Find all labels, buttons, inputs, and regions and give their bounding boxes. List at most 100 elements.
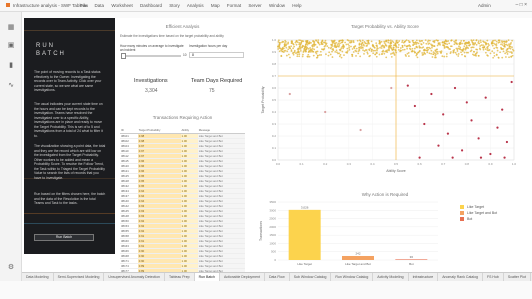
scatter-point [415, 52, 418, 55]
scatter-point [358, 43, 361, 46]
scatter-point [277, 39, 280, 42]
scatter-point [341, 50, 344, 53]
scatter-point [509, 51, 511, 53]
scatter-point [436, 50, 439, 53]
sheet-tab[interactable]: Sub Window Catalog [290, 273, 332, 281]
scatter-point [470, 119, 473, 122]
run-batch-button[interactable]: Run Batch [34, 234, 94, 241]
scatter-point [387, 41, 390, 44]
menu-story[interactable]: Story [169, 3, 180, 8]
minutes-slider[interactable] [121, 53, 181, 59]
scatter-point [337, 52, 339, 55]
scatter-point [413, 43, 416, 46]
scatter-point [494, 39, 496, 42]
menu-analysis[interactable]: Analysis [187, 3, 204, 8]
scatter-point [376, 48, 378, 50]
menu-help[interactable]: Help [292, 3, 301, 8]
sheet-tab[interactable]: Tableau Prep [165, 273, 195, 281]
slider-handle[interactable] [121, 53, 126, 59]
chart-icon[interactable]: ▮ [7, 62, 15, 70]
scatter-point [511, 39, 513, 42]
scatter-panel: Target Probability vs. Ability Score 0.0… [250, 18, 520, 190]
scatter-chart[interactable]: 0.00.10.20.30.40.50.60.70.80.91.00.0 0.1 0… [250, 18, 520, 190]
sheet-tab[interactable]: Scatter Plot [504, 273, 531, 281]
scatter-point [503, 42, 506, 45]
scatter-point [491, 50, 494, 53]
menu-map[interactable]: Map [211, 3, 220, 8]
scatter-point [352, 51, 355, 53]
scatter-point [365, 49, 368, 51]
legend-swatch [460, 205, 464, 210]
road-light [24, 213, 115, 214]
status-bar [0, 281, 532, 299]
menu-window[interactable]: Window [269, 3, 285, 8]
scatter-point [464, 47, 467, 50]
minimize-icon[interactable]: – [515, 2, 518, 8]
team-days-label: Team Days Required [191, 78, 243, 84]
scatter-point [351, 53, 354, 56]
sheet-tab[interactable]: Anomaly Rank Catalog [438, 273, 483, 281]
scatter-point [389, 39, 392, 42]
analytics-icon[interactable]: ∿ [7, 82, 15, 90]
scatter-point [501, 56, 504, 59]
window-controls[interactable]: – □ × [515, 2, 527, 8]
sheet-tab[interactable]: Activity Modeling [373, 273, 409, 281]
menu-data[interactable]: Data [95, 3, 105, 8]
scatter-point [366, 44, 368, 47]
scatter-point [487, 45, 489, 48]
legend-item[interactable]: Bot [460, 217, 497, 223]
sheet-tab[interactable]: Semi-Supervised Modeling [54, 273, 105, 281]
panel-title: Efficient Analysis [165, 24, 200, 29]
menu-format[interactable]: Format [227, 3, 241, 8]
menu-server[interactable]: Server [248, 3, 261, 8]
sheet-tab[interactable]: Run Batch [194, 273, 220, 281]
menu-worksheet[interactable]: Worksheet [111, 3, 132, 8]
scatter-point [312, 39, 314, 42]
scatter-point [464, 43, 466, 46]
scatter-point [363, 44, 365, 47]
scatter-point [411, 47, 414, 50]
scatter-point [489, 152, 492, 156]
scatter-point [316, 54, 319, 57]
menu-file[interactable]: File [80, 3, 87, 8]
sheet-tab[interactable]: Data Modeling [22, 273, 54, 281]
sheet-tab[interactable]: FS Hub [483, 273, 504, 281]
scatter-point [495, 43, 498, 45]
scatter-point [482, 44, 484, 47]
settings-icon[interactable]: ⚙ [7, 264, 15, 272]
scatter-point [428, 42, 431, 45]
scatter-point [292, 47, 295, 50]
y-tick-label: 500 [271, 250, 276, 254]
data-icon[interactable]: ▦ [7, 24, 15, 32]
scatter-point [392, 51, 395, 54]
scatter-point [290, 45, 293, 48]
y-tick-label: 0.2 [272, 134, 277, 138]
sheet-tab[interactable]: Actionable Deployment [220, 273, 265, 281]
scatter-point [320, 41, 323, 44]
close-icon[interactable]: × [524, 2, 527, 8]
bar-chart[interactable]: 0 500 1000 1500 2000 2500 3000 3500 3,026 Like Ta… [250, 190, 520, 272]
scatter-point [327, 46, 330, 49]
scatter-point [426, 49, 429, 52]
scatter-point [433, 41, 436, 44]
sheet-tab[interactable]: Unsupervised Anomaly Detection [104, 273, 165, 281]
story-panel: RUN BATCH The point of moving records to… [24, 18, 115, 254]
maximize-icon[interactable]: □ [520, 2, 523, 8]
scatter-point [330, 43, 333, 46]
scatter-point [342, 46, 345, 49]
menu-dashboard[interactable]: Dashboard [140, 3, 162, 8]
scatter-point [362, 47, 364, 49]
sheet-icon[interactable]: ▣ [7, 42, 15, 50]
scatter-point [310, 41, 312, 44]
user-menu[interactable]: Admin [478, 3, 491, 8]
sheet-tab[interactable]: Run Window Catalog [331, 273, 374, 281]
scatter-point [508, 44, 511, 47]
hours-per-day-input[interactable]: 8 [189, 52, 244, 58]
sheet-tab[interactable]: Infrastructure [409, 273, 439, 281]
scatter-point [397, 44, 400, 46]
scatter-point [392, 48, 394, 51]
sheet-tab[interactable]: Data Flow [265, 273, 290, 281]
category-label: Like Target and Bot [345, 262, 371, 266]
scatter-point [375, 42, 378, 45]
scatter-point [469, 50, 472, 53]
